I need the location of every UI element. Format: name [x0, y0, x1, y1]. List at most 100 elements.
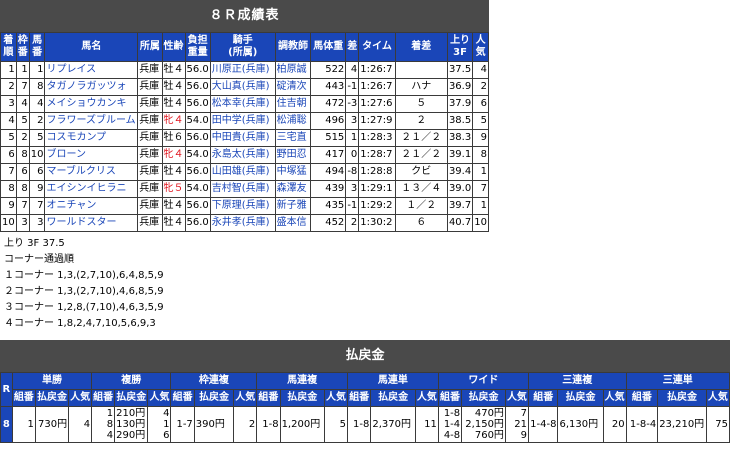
- cell-time: 1:28:8: [358, 163, 396, 181]
- cell-margin: ５: [394, 95, 448, 113]
- cell-margin: ２: [394, 112, 448, 130]
- cell-jockey[interactable]: 永井孝(兵庫): [209, 214, 276, 232]
- cell-belong: 兵庫: [137, 180, 163, 198]
- cell-trainer[interactable]: 野田忍: [274, 146, 312, 164]
- tansho-combo: 1: [11, 406, 36, 443]
- cell-last3f: 38.3: [446, 129, 474, 147]
- cell-frame: 4: [15, 95, 30, 113]
- cell-frame: 1: [15, 61, 30, 79]
- cell-trainer[interactable]: 中塚猛: [274, 163, 312, 181]
- cell-belong: 兵庫: [137, 214, 163, 232]
- cell-name[interactable]: リプレイス: [44, 61, 139, 79]
- table-row: 6 8 10 ブローン 兵庫 牝４ 54.0 永島太(兵庫) 野田忍 417 0 1:28:7 ２１／２…: [0, 146, 489, 164]
- cell-name[interactable]: マーブルクリス: [44, 163, 139, 181]
- cell-trainer[interactable]: 住吉朝: [274, 95, 312, 113]
- cell-rank: 9: [0, 197, 17, 215]
- payout-sub-pop: 人気: [705, 389, 730, 407]
- cell-trainer[interactable]: 新子雅: [274, 197, 312, 215]
- cell-last3f: 39.7: [446, 197, 474, 215]
- cell-frame: 6: [15, 163, 30, 181]
- cell-name[interactable]: ワールドスター: [44, 214, 139, 232]
- payout-title-bar: 払戻金: [0, 340, 730, 372]
- cell-jockey[interactable]: 永島太(兵庫): [209, 146, 276, 164]
- cell-sexage: 牝４: [161, 112, 186, 130]
- payout-table: R 単勝 複勝 枠連複 馬連複 馬連単 ワイド 三連複 三連単 組番 払戻金 人気組…: [0, 372, 730, 443]
- results-title-bar: ８Ｒ成績表: [0, 0, 489, 32]
- payout-sub-pop: 人気: [233, 389, 258, 407]
- cell-trainer[interactable]: 柏原誠: [274, 61, 312, 79]
- cell-time: 1:26:7: [358, 78, 396, 96]
- cell-trainer[interactable]: 森澤友: [274, 180, 312, 198]
- cell-time: 1:30:2: [358, 214, 396, 232]
- wakuren-amount: 390円: [193, 406, 235, 443]
- cell-weight: 56.0: [184, 78, 211, 96]
- cell-jockey[interactable]: 川原正(兵庫): [209, 61, 276, 79]
- cell-body: 494: [310, 163, 347, 181]
- cell-sexage: 牡４: [161, 95, 186, 113]
- cell-body: 417: [310, 146, 347, 164]
- cell-num: 10: [28, 146, 46, 164]
- cell-pop: 10: [472, 214, 489, 232]
- cell-rank: 7: [0, 163, 17, 181]
- results-title: ８Ｒ成績表: [209, 8, 280, 23]
- header-trainer: 調教師: [274, 32, 312, 62]
- cell-name[interactable]: コスモカンプ: [44, 129, 139, 147]
- cell-trainer[interactable]: 碇清次: [274, 78, 312, 96]
- header-name: 馬名: [44, 32, 139, 62]
- cell-jockey[interactable]: 山田雄(兵庫): [209, 163, 276, 181]
- cell-jockey[interactable]: 田中学(兵庫): [209, 112, 276, 130]
- payout-sub-amount: 払戻金: [657, 389, 707, 407]
- payout-sub-combo: 組番: [256, 389, 281, 407]
- cell-trainer[interactable]: 三宅直: [274, 129, 312, 147]
- group-sanrentan: 三連単: [625, 372, 730, 390]
- payout-sub-pop: 人気: [602, 389, 627, 407]
- cell-name[interactable]: タガノラガッツォ: [44, 78, 139, 96]
- cell-body: 496: [310, 112, 347, 130]
- header-jockey: 騎手 (所属): [209, 32, 276, 62]
- cell-time: 1:27:6: [358, 95, 396, 113]
- corner-title: コーナー通過順: [4, 254, 74, 265]
- cell-name[interactable]: メイショウカンキ: [44, 95, 139, 113]
- wide-combo: 1-8 1-4 4-8: [437, 406, 463, 443]
- payout-sub-combo: 組番: [91, 389, 116, 407]
- cell-rank: 1: [0, 61, 17, 79]
- cell-margin: ハナ: [394, 78, 448, 96]
- cell-body: 522: [310, 61, 347, 79]
- cell-belong: 兵庫: [137, 112, 163, 130]
- cell-num: 4: [28, 95, 46, 113]
- wakuren-combo: 1-7: [170, 406, 195, 443]
- payout-sub-combo: 組番: [625, 389, 659, 407]
- cell-jockey[interactable]: 中田貴(兵庫): [209, 129, 276, 147]
- cell-name[interactable]: オニチャン: [44, 197, 139, 215]
- cell-trainer[interactable]: 盛本信: [274, 214, 312, 232]
- cell-name[interactable]: フラワーズブルーム: [44, 112, 139, 130]
- results-body: 1 1 1 リプレイス 兵庫 牡４ 56.0 川原正(兵庫) 柏原誠 522 4 1:26:7 37.5…: [0, 61, 489, 232]
- cell-jockey[interactable]: 下原理(兵庫): [209, 197, 276, 215]
- cell-last3f: 39.0: [446, 180, 474, 198]
- payout-sub-amount: 払戻金: [193, 389, 235, 407]
- cell-margin: ６: [394, 214, 448, 232]
- cell-jockey[interactable]: 松本幸(兵庫): [209, 95, 276, 113]
- umaren-combo: 1-8: [256, 406, 281, 443]
- cell-name[interactable]: エイシンイヒラニ: [44, 180, 139, 198]
- umaren-pop: 5: [324, 406, 349, 443]
- sanrenpuku-pop: 20: [602, 406, 627, 443]
- payout-sub-amount: 払戻金: [34, 389, 70, 407]
- wide-pop: 7 21 9: [504, 406, 529, 443]
- cell-rank: 2: [0, 78, 17, 96]
- group-umatan: 馬連単: [347, 372, 439, 390]
- corner-3: ３コーナー 1,2,8,(7,10),4,6,3,5,9: [4, 302, 164, 313]
- table-row: 1 1 1 リプレイス 兵庫 牡４ 56.0 川原正(兵庫) 柏原誠 522 4 1:26:7 37.5…: [0, 61, 489, 79]
- cell-name[interactable]: ブローン: [44, 146, 139, 164]
- cell-diff: 1: [345, 129, 360, 147]
- cell-diff: 4: [345, 61, 360, 79]
- header-rank: 着順: [0, 32, 17, 62]
- sanrenpuku-amount: 6,130円: [557, 406, 604, 443]
- umatan-pop: 11: [414, 406, 439, 443]
- cell-body: 452: [310, 214, 347, 232]
- cell-rank: 4: [0, 112, 17, 130]
- cell-jockey[interactable]: 大山真(兵庫): [209, 78, 276, 96]
- cell-jockey[interactable]: 吉村智(兵庫): [209, 180, 276, 198]
- cell-trainer[interactable]: 松浦聡: [274, 112, 312, 130]
- payout-sub-combo: 組番: [11, 389, 36, 407]
